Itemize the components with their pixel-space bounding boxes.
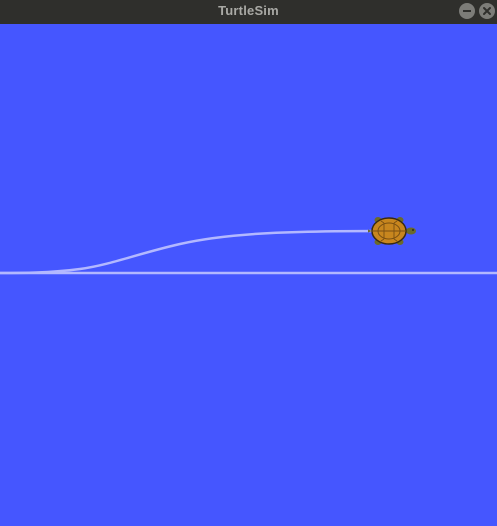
window-title: TurtleSim (218, 3, 279, 18)
pen-trail-curve (0, 229, 386, 275)
turtlesim-window: TurtleSim (0, 0, 497, 526)
minimize-icon (463, 10, 471, 12)
close-icon (483, 7, 491, 15)
title-bar[interactable]: TurtleSim (0, 0, 497, 24)
turtle-canvas (0, 24, 497, 526)
canvas-drawing (0, 217, 497, 275)
turtle-icon (368, 217, 416, 245)
minimize-button[interactable] (459, 3, 475, 19)
close-button[interactable] (479, 3, 495, 19)
